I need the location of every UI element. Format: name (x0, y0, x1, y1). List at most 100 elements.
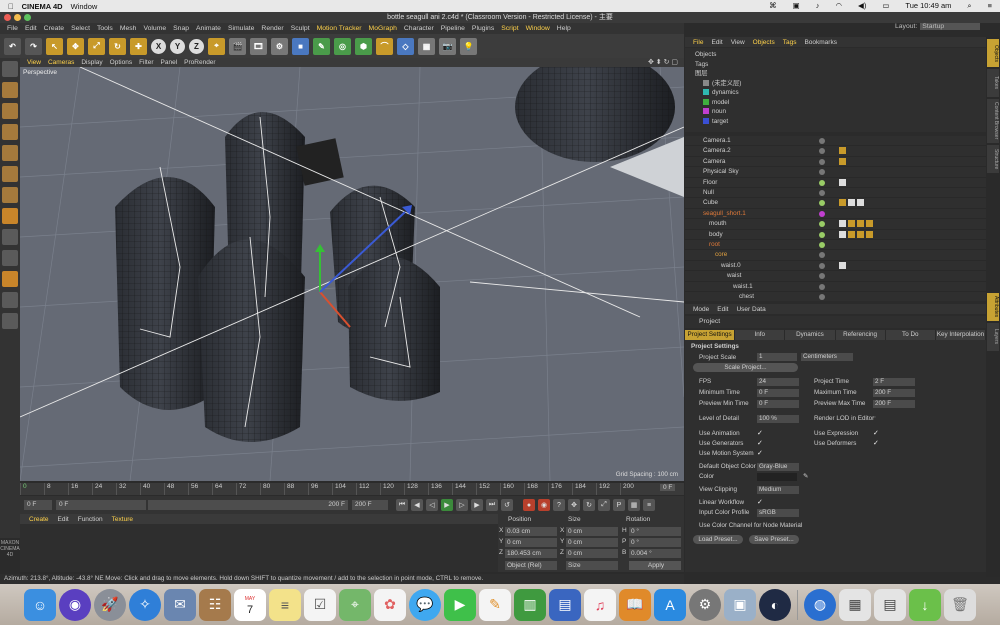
reminders-icon[interactable]: ☑ (304, 588, 336, 621)
go-to-end-icon[interactable]: ⏭ (486, 499, 498, 511)
pages-icon[interactable]: ✎ (479, 588, 511, 621)
cube-primitive-icon[interactable]: ■ (292, 37, 309, 55)
light-icon[interactable]: 💡 (460, 37, 477, 55)
menu-snap[interactable]: Snap (173, 25, 189, 32)
menu-file[interactable]: File (7, 25, 18, 32)
object-row-waist-1[interactable]: waist.1 (685, 282, 986, 292)
search-icon[interactable]: ⌕ (967, 1, 971, 11)
render-lod-checkbox[interactable]: ▫ (873, 414, 875, 421)
preview-min-field[interactable]: 0 F (757, 400, 799, 408)
position-y-field[interactable]: 0 cm (505, 538, 557, 547)
render-settings-icon[interactable]: ⚙ (271, 37, 288, 55)
size-y-field[interactable]: 0 cm (566, 538, 618, 547)
project-time-field[interactable]: 2 F (873, 378, 915, 386)
object-row-floor[interactable]: Floor (685, 178, 986, 188)
texture-tag-icon[interactable] (839, 178, 846, 186)
loop-icon[interactable]: ↺ (501, 499, 513, 511)
layer-row[interactable]: dynamics (703, 88, 739, 98)
tag-icon[interactable] (857, 230, 864, 238)
default-color-dropdown[interactable]: Gray-Blue (757, 463, 799, 471)
rotation-p-field[interactable]: 0 ° (629, 538, 681, 547)
visibility-dot[interactable] (819, 169, 825, 176)
record-icon[interactable]: ● (523, 499, 535, 511)
layout-selector[interactable]: Layout: Startup (895, 23, 981, 30)
menu-volume[interactable]: Volume (143, 25, 166, 32)
size-x-field[interactable]: 0 cm (566, 527, 618, 536)
facetime-icon[interactable]: ▶ (444, 588, 476, 621)
menu-motion-tracker[interactable]: Motion Tracker (317, 25, 362, 32)
object-row-mouth[interactable]: mouth (685, 219, 986, 230)
tab-referencing[interactable]: Referencing (835, 330, 886, 340)
live-selection-icon[interactable]: ↖ (46, 37, 63, 55)
render-view-icon[interactable]: 🎬 (229, 37, 246, 55)
layer-color-dot[interactable] (819, 221, 825, 228)
tag-icon[interactable] (857, 220, 864, 228)
next-key-icon[interactable]: ▶ (471, 499, 483, 511)
layer-color-dot[interactable] (819, 242, 825, 248)
vp-menu-filter[interactable]: Filter (139, 59, 153, 66)
prev-key-icon[interactable]: ◀ (411, 499, 423, 511)
menu-pipeline[interactable]: Pipeline (441, 25, 465, 32)
pen-icon[interactable]: ✎ (313, 37, 330, 55)
deformer-icon[interactable]: ⌒ (376, 37, 393, 55)
apply-button[interactable]: Apply (629, 561, 681, 570)
position-z-field[interactable]: 180.453 cm (505, 549, 557, 558)
object-row-root[interactable]: root (685, 240, 986, 251)
tag-icon[interactable] (848, 230, 855, 238)
finder-icon[interactable]: ☺ (24, 588, 56, 621)
mat-menu-create[interactable]: Create (29, 516, 49, 523)
rotate-icon[interactable]: ↻ (109, 37, 126, 55)
layer-row[interactable]: target (703, 117, 728, 127)
object-row-core[interactable]: core (685, 250, 986, 261)
viewport-nav-icons[interactable]: ✥ ⬍ ↻ ▢ (648, 58, 678, 66)
music-icon[interactable]: ♫ (584, 588, 616, 621)
param-key-icon[interactable]: P (613, 499, 625, 511)
preview-icon[interactable]: ▣ (724, 588, 756, 621)
keyframe-selection-icon[interactable]: ? (553, 499, 565, 511)
cloner-icon[interactable]: ⬢ (355, 37, 372, 55)
next-frame-icon[interactable]: ▷ (456, 499, 468, 511)
menu-character[interactable]: Character (404, 25, 434, 32)
layer-row[interactable]: 图层 (695, 69, 708, 79)
om-menu-edit[interactable]: Edit (711, 39, 722, 46)
size-z-field[interactable]: 0 cm (566, 549, 618, 558)
size-mode-dropdown[interactable]: Size (566, 561, 618, 570)
volume-icon[interactable]: ◀) (858, 1, 866, 11)
object-row-camera-2[interactable]: Camera.2 (685, 146, 986, 157)
color-swatch[interactable] (757, 473, 797, 481)
x-axis-icon[interactable]: X (151, 38, 166, 54)
trash-icon[interactable]: 🗑 (944, 588, 976, 621)
scale-icon[interactable]: ⤢ (88, 37, 105, 55)
battery-icon[interactable]: ▭ (882, 1, 889, 11)
scene-icon[interactable]: ▦ (418, 37, 435, 55)
tab-key-interpolation[interactable]: Key Interpolation (935, 330, 987, 340)
vp-menu-panel[interactable]: Panel (161, 59, 178, 66)
clock[interactable]: Tue 10:49 am (905, 1, 951, 11)
keynote-icon[interactable]: ▤ (549, 588, 581, 621)
side-tab-attributes[interactable]: Attributes (987, 293, 999, 321)
menu-sculpt[interactable]: Sculpt (291, 25, 310, 32)
3d-viewport[interactable]: Perspective Grid Spacing : 100 cm (20, 67, 684, 481)
minimum-time-field[interactable]: 0 F (757, 389, 799, 397)
texture-tag-icon[interactable] (848, 199, 855, 207)
menu-create[interactable]: Create (44, 25, 64, 32)
target-tag-icon[interactable] (839, 157, 846, 165)
object-row-body[interactable]: body (685, 230, 986, 240)
object-row-cube[interactable]: Cube (685, 198, 986, 209)
start-frame-field[interactable]: 0 F (24, 500, 52, 510)
move-icon[interactable]: ✥ (67, 37, 84, 55)
maps-icon[interactable]: ⌖ (339, 588, 371, 621)
tag-icon[interactable] (848, 220, 855, 228)
menu-simulate[interactable]: Simulate (228, 25, 254, 32)
mat-menu-edit[interactable]: Edit (58, 516, 69, 523)
use-generators-checkbox[interactable]: ✓ (757, 439, 763, 447)
recent-tools-icon[interactable]: ✚ (130, 37, 147, 55)
visibility-dot[interactable] (819, 190, 825, 196)
scale-project-button[interactable]: Scale Project... (693, 363, 798, 372)
side-tab-layers[interactable]: Layers (987, 323, 999, 351)
menu-edit[interactable]: Edit (25, 25, 37, 32)
layer-color-dot[interactable] (819, 210, 825, 217)
fps-field[interactable]: 24 (757, 378, 799, 386)
subdivision-icon[interactable]: ◎ (334, 37, 351, 55)
am-menu-mode[interactable]: Mode (693, 306, 709, 313)
